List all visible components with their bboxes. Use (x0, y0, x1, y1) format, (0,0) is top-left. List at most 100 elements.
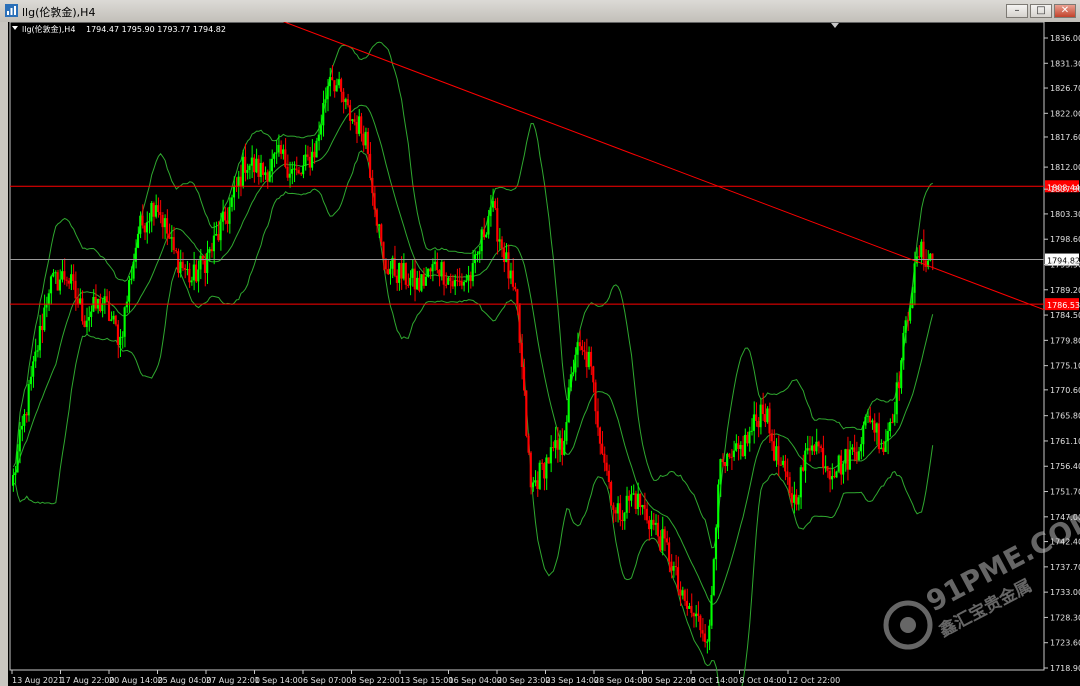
candle-body (348, 105, 352, 121)
candle-body (219, 221, 222, 241)
candle-body (460, 280, 463, 286)
candle-body (194, 264, 198, 282)
candle-body (357, 116, 361, 134)
candle-body (179, 261, 182, 273)
candle-body (734, 443, 738, 451)
candle-body (581, 346, 584, 351)
candle-body (83, 321, 86, 327)
y-tick-label: 1803.30 (1050, 210, 1080, 219)
candle-body (252, 157, 256, 173)
candle-body (192, 264, 195, 281)
x-tick-label: 8 Oct 04:00 (740, 676, 787, 685)
candle-body (917, 256, 921, 258)
candle-body (801, 467, 805, 471)
candle-body (931, 253, 934, 260)
candle-body (85, 320, 88, 327)
candle-body (683, 590, 686, 601)
candle-body (498, 239, 501, 242)
candle-body (652, 519, 655, 525)
candle-body (614, 509, 617, 514)
candle-body (496, 208, 499, 242)
candle-body (302, 165, 305, 175)
candle-body (121, 336, 124, 338)
candle-body (741, 445, 744, 457)
candle-body (795, 494, 798, 505)
title-bar[interactable]: llg(伦敦金),H4 – □ ✕ (0, 0, 1080, 22)
candle-body (630, 494, 633, 501)
candle-body (875, 423, 878, 433)
maximize-button[interactable]: □ (1030, 4, 1052, 18)
candle-body (752, 414, 755, 431)
candle-body (723, 462, 726, 467)
candle-body (18, 429, 21, 452)
candle-body (440, 262, 443, 277)
candle-body (911, 292, 914, 308)
x-tick-label: 20 Sep 23:00 (497, 676, 550, 685)
candle-body (560, 438, 564, 455)
candle-body (188, 268, 191, 283)
candle-body (464, 280, 468, 282)
candle-body (500, 239, 503, 249)
candle-body (884, 441, 887, 452)
candle-body (128, 280, 131, 302)
candle-body (888, 421, 892, 432)
y-tick-label: 1718.90 (1050, 664, 1080, 673)
candle-body (639, 493, 642, 508)
candle-body (239, 176, 242, 187)
candle-body (277, 144, 280, 153)
candle-body (250, 157, 253, 166)
close-button[interactable]: ✕ (1054, 4, 1076, 18)
candle-body (902, 332, 905, 361)
candle-body (342, 91, 345, 103)
candle-body (857, 451, 860, 460)
y-tick-label: 1756.40 (1050, 462, 1080, 471)
candle-body (38, 325, 41, 351)
y-tick-label: 1798.60 (1050, 235, 1080, 244)
price-chart[interactable]: 91PME.COM鑫汇宝贵金属1808.441786.531794.821836… (8, 22, 1080, 686)
candle-body (12, 474, 15, 486)
candle-body (369, 153, 372, 178)
candle-body (732, 450, 735, 458)
candle-body (170, 237, 173, 239)
candle-body (634, 493, 637, 510)
candle-body (406, 284, 410, 286)
candle-body (172, 237, 175, 251)
candle-body (299, 173, 302, 175)
candle-body (232, 185, 236, 198)
candle-body (810, 445, 814, 451)
candle-body (505, 252, 508, 263)
candle-body (328, 77, 332, 87)
candle-body (422, 274, 425, 286)
candle-body (868, 415, 872, 423)
candle-body (766, 408, 769, 423)
x-tick-label: 20 Aug 14:00 (109, 676, 163, 685)
candle-body (402, 263, 405, 279)
candle-body (842, 463, 845, 475)
x-tick-label: 16 Sep 04:00 (449, 676, 502, 685)
candle-body (319, 125, 323, 135)
candle-body (536, 480, 539, 489)
candle-body (922, 241, 925, 261)
candle-body (558, 438, 561, 450)
candle-body (384, 258, 387, 270)
candle-body (717, 484, 720, 528)
candle-body (674, 566, 677, 568)
candle-body (623, 512, 626, 522)
candle-body (663, 529, 666, 539)
candle-body (808, 448, 811, 451)
candle-body (335, 85, 338, 92)
y-tick-label: 1822.00 (1050, 109, 1080, 118)
minimize-button[interactable]: – (1006, 4, 1028, 18)
candle-body (478, 251, 481, 255)
candle-body (293, 168, 296, 170)
candle-body (690, 605, 693, 613)
candle-body (697, 613, 700, 616)
candle-body (672, 566, 675, 571)
candle-body (775, 446, 778, 461)
candle-body (157, 205, 160, 213)
x-tick-label: 25 Aug 04:00 (158, 676, 212, 685)
candle-body (344, 99, 347, 103)
y-tick-label: 1826.70 (1050, 84, 1080, 93)
candle-body (308, 156, 311, 168)
candle-body (16, 451, 19, 473)
